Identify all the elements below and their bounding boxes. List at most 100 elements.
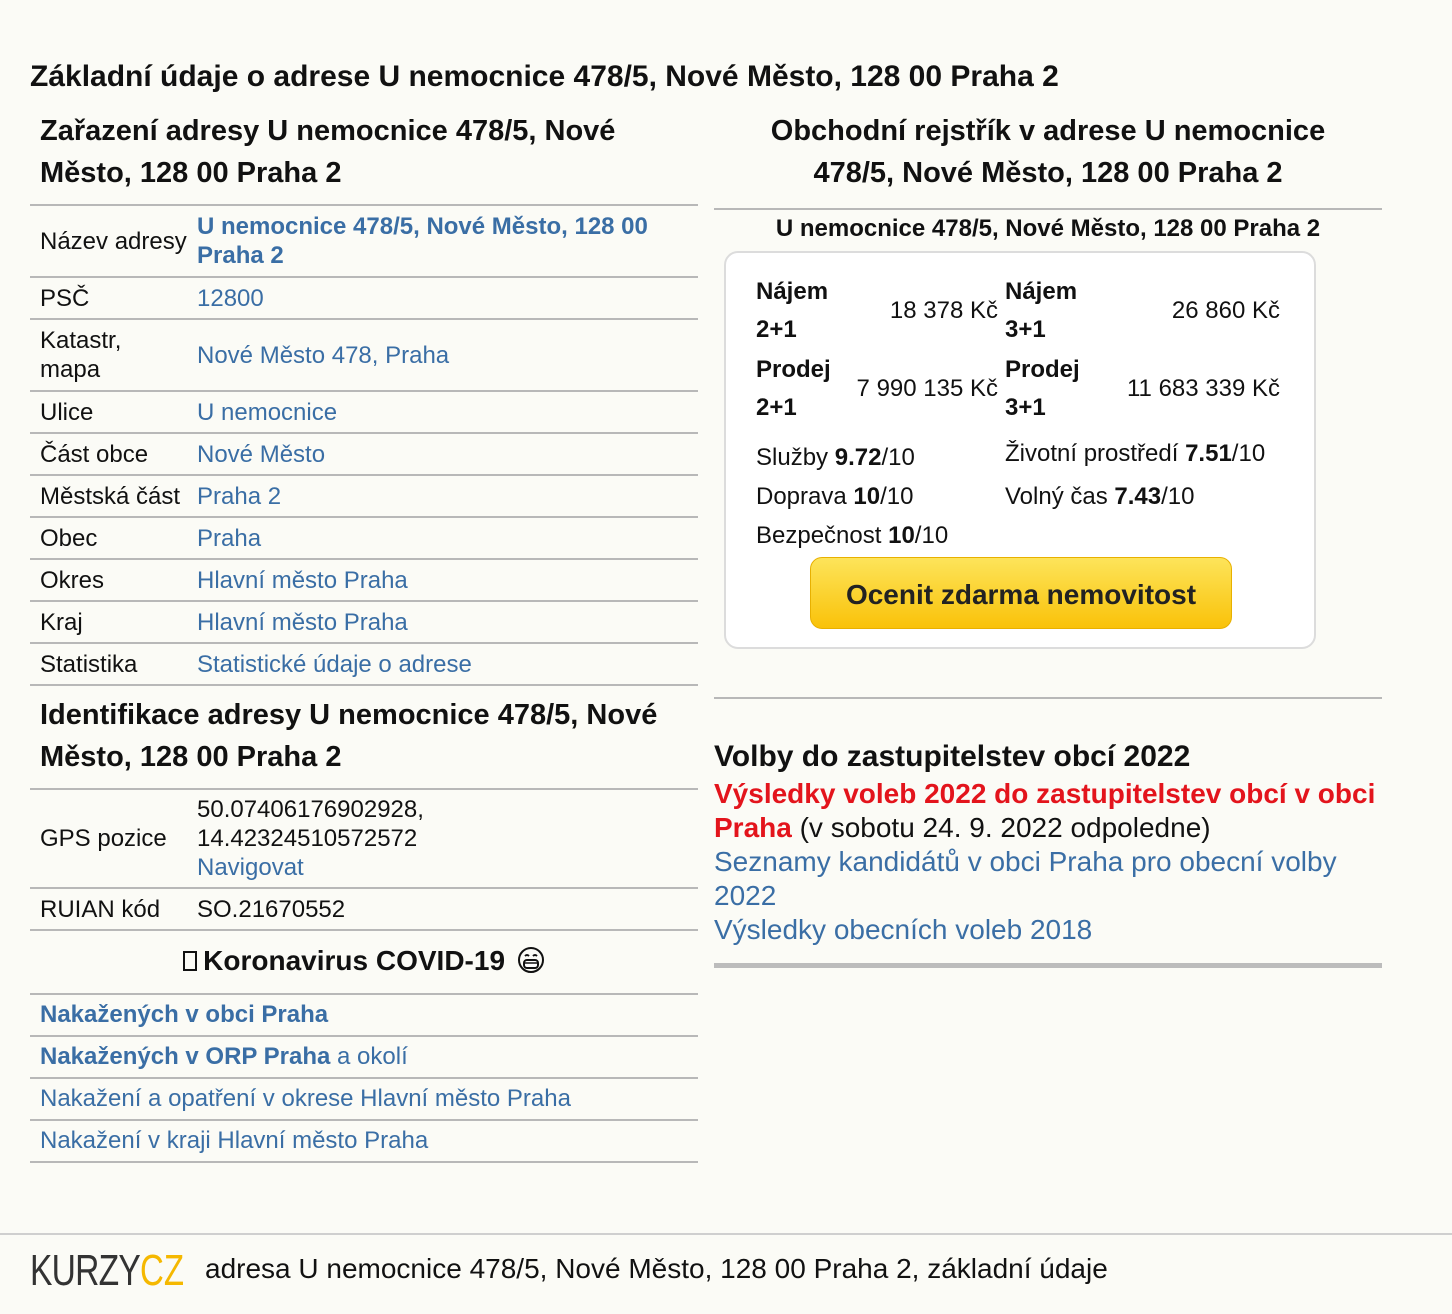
price-layout: 3+1 — [1005, 316, 1046, 343]
obec-link[interactable]: Praha — [197, 525, 261, 552]
price-card: Nájem 2+1 18 378 Kč Nájem 3+1 26 860 Kč Pr… — [724, 251, 1316, 649]
score-label: Bezpečnost — [756, 522, 882, 549]
score-max: /10 — [1231, 440, 1266, 467]
kurzy-logo[interactable]: KURZY CZ — [30, 1246, 186, 1296]
covid-heading: Koronavirus COVID-19 — [30, 931, 698, 993]
table-row: Městská část Praha 2 — [30, 474, 698, 517]
right-column: Obchodní rejstřík v adrese U nemocnice 4… — [714, 110, 1382, 968]
row-label: Statistika — [30, 642, 197, 686]
row-label: Okres — [30, 558, 197, 601]
covid-title: Koronavirus COVID-19 — [203, 945, 506, 976]
score-value: 9.72 — [834, 444, 882, 471]
katastr-link[interactable]: Nové Město 478, Praha — [197, 342, 449, 369]
score-volny-cas: Volný čas 7.43/10 — [1005, 482, 1195, 512]
gps-lat: 50.07406176902928, — [197, 796, 424, 823]
row-label: Kraj — [30, 600, 197, 643]
score-value: 10 — [853, 483, 881, 510]
price-prodej-3kk: Prodej 3+1 11 683 339 Kč — [1005, 351, 1280, 429]
okres-link[interactable]: Hlavní město Praha — [197, 567, 408, 594]
table-row: GPS pozice 50.07406176902928, 14.4232451… — [30, 788, 698, 888]
mestska-cast-link[interactable]: Praha 2 — [197, 483, 281, 510]
ruian-label: RUIAN kód — [30, 887, 197, 931]
price-value: 11 683 339 Kč — [1126, 375, 1280, 402]
row-label: Katastr, mapa — [30, 318, 197, 391]
covid-kraj-link[interactable]: Nakažení v kraji Hlavní město Praha — [40, 1127, 428, 1154]
price-value: 26 860 Kč — [1171, 297, 1280, 324]
divider — [714, 963, 1382, 968]
identifikace-heading: Identifikace adresy U nemocnice 478/5, N… — [40, 699, 658, 773]
volby-line-1: Výsledky voleb 2022 do zastupitelstev ob… — [714, 777, 1382, 845]
row-label: Obec — [30, 516, 197, 559]
score-value: 7.51 — [1185, 440, 1232, 467]
logo-right-text: CZ — [140, 1247, 184, 1291]
score-label: Služby — [756, 444, 829, 471]
gps-label: GPS pozice — [30, 788, 197, 888]
covid-okres-link[interactable]: Nakažení a opatření v okrese Hlavní měst… — [40, 1085, 571, 1112]
score-max: /10 — [880, 483, 914, 510]
logo-graphic: KURZY CZ — [30, 1246, 184, 1295]
virus-icon — [183, 951, 198, 971]
covid-orp-link[interactable]: Nakažených v ORP Praha — [40, 1043, 330, 1070]
volby-heading: Volby do zastupitelstev obcí 2022 — [714, 740, 1191, 773]
score-doprava: Doprava 10/10 — [756, 482, 913, 512]
score-label: Volný čas — [1005, 483, 1108, 510]
covid-links: Nakažených v obci Praha Nakažených v ORP… — [30, 993, 698, 1163]
gps-lon: 14.42324510572572 — [197, 825, 418, 852]
volby-line-2: Seznamy kandidátů v obci Praha pro obecn… — [714, 845, 1382, 913]
table-row: Obec Praha — [30, 516, 698, 559]
price-value: 18 378 Kč — [889, 297, 998, 324]
score-label: Životní prostředí — [1005, 440, 1179, 467]
list-item: Nakažených v ORP Praha a okolí — [30, 1035, 698, 1077]
row-label: Název adresy — [30, 204, 197, 277]
score-value: 10 — [888, 522, 915, 549]
score-max: /10 — [914, 522, 949, 549]
table-row: Statistika Statistické údaje o adrese — [30, 642, 698, 686]
price-layout: 2+1 — [756, 316, 797, 343]
volby-candidates-link[interactable]: Seznamy kandidátů v obci Praha pro obecn… — [714, 846, 1337, 911]
score-max: /10 — [1161, 483, 1195, 510]
table-row: Okres Hlavní město Praha — [30, 558, 698, 601]
page: { "page": { "title": "Základní údaje o a… — [0, 0, 1452, 1314]
ulice-link[interactable]: U nemocnice — [197, 399, 337, 426]
score-value: 7.43 — [1114, 483, 1162, 510]
price-layout: 3+1 — [1005, 394, 1046, 421]
mask-face-icon — [517, 947, 544, 973]
zarazeni-table: Název adresy U nemocnice 478/5, Nové Měs… — [30, 204, 698, 686]
price-label: Nájem — [1005, 278, 1078, 305]
navigate-link[interactable]: Navigovat — [197, 854, 304, 881]
price-prodej-2kk: Prodej 2+1 7 990 135 Kč — [756, 351, 998, 429]
table-row: Katastr, mapa Nové Město 478, Praha — [30, 318, 698, 391]
table-row: Část obce Nové Město — [30, 432, 698, 475]
statistika-link[interactable]: Statistické údaje o adrese — [197, 651, 472, 678]
list-item: Nakažených v obci Praha — [30, 993, 698, 1035]
table-row: RUIAN kód SO.21670552 — [30, 887, 698, 931]
kraj-link[interactable]: Hlavní město Praha — [197, 609, 408, 636]
list-item: Nakažení v kraji Hlavní město Praha — [30, 1119, 698, 1163]
ocenit-button[interactable]: Ocenit zdarma nemovitost — [810, 557, 1232, 629]
score-zivotni-prostredi: Životní prostředí 7.51/10 — [1005, 439, 1265, 469]
left-column: Zařazení adresy U nemocnice 478/5, Nové … — [30, 110, 698, 1163]
price-label: Prodej — [1005, 356, 1080, 383]
cast-obce-link[interactable]: Nové Město — [197, 441, 325, 468]
footer-text: adresa U nemocnice 478/5, Nové Město, 12… — [205, 1253, 1108, 1284]
rejstrik-heading: Obchodní rejstřík v adrese U nemocnice 4… — [770, 115, 1326, 189]
covid-obec-link[interactable]: Nakažených v obci Praha — [40, 1001, 328, 1028]
score-bezpecnost: Bezpečnost 10/10 — [756, 521, 948, 551]
rejstrik-address: U nemocnice 478/5, Nové Město, 128 00 Pr… — [775, 215, 1321, 242]
ruian-value: SO.21670552 — [197, 887, 698, 931]
price-layout: 2+1 — [756, 394, 797, 421]
volby-date-note: (v sobotu 24. 9. 2022 odpoledne) — [791, 812, 1211, 843]
price-najem-3kk: Nájem 3+1 26 860 Kč — [1005, 273, 1280, 351]
score-sluzby: Služby 9.72/10 — [756, 443, 915, 473]
zarazeni-heading: Zařazení adresy U nemocnice 478/5, Nové … — [40, 115, 616, 189]
list-item: Nakažení a opatření v okrese Hlavní měst… — [30, 1077, 698, 1119]
table-row: PSČ 12800 — [30, 276, 698, 319]
covid-orp-suffix: a okolí — [330, 1043, 408, 1070]
price-value: 7 990 135 Kč — [856, 375, 998, 402]
identifikace-table: GPS pozice 50.07406176902928, 14.4232451… — [30, 788, 698, 931]
score-label: Doprava — [756, 483, 847, 510]
address-name-link[interactable]: U nemocnice 478/5, Nové Město, 128 00 Pr… — [197, 213, 648, 269]
volby-2018-link[interactable]: Výsledky obecních voleb 2018 — [714, 914, 1092, 945]
score-max: /10 — [881, 444, 915, 471]
psc-link[interactable]: 12800 — [197, 285, 264, 312]
